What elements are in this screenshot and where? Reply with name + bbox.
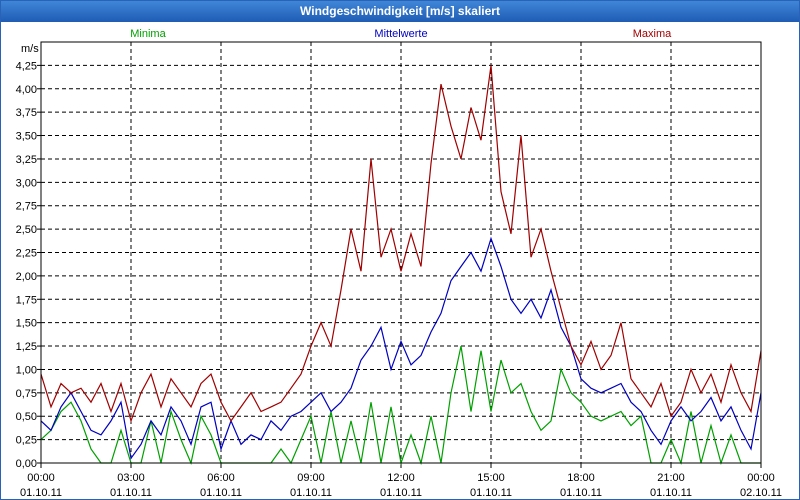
x-tick-date-label: 01.10.11 (110, 487, 152, 499)
y-tick-label: 3,75 (16, 107, 37, 119)
x-tick-time-label: 06:00 (207, 472, 235, 484)
y-tick-label: 2,75 (16, 201, 37, 213)
x-tick-date-label: 01.10.11 (200, 487, 242, 499)
y-tick-label: 2,25 (16, 248, 37, 260)
y-tick-label: 2,50 (16, 224, 37, 236)
x-tick-time-label: 03:00 (117, 472, 145, 484)
y-tick-label: 0,75 (16, 388, 37, 400)
x-tick-date-label: 01.10.11 (290, 487, 332, 499)
y-tick-label: 3,25 (16, 154, 37, 166)
y-tick-label: 0,25 (16, 435, 37, 447)
legend-minima: Minima (130, 28, 166, 40)
x-tick-date-label: 01.10.11 (560, 487, 602, 499)
y-tick-label: 4,25 (16, 60, 37, 72)
x-tick-date-label: 01.10.11 (380, 487, 422, 499)
x-tick-date-label: 01.10.11 (20, 487, 62, 499)
y-tick-label: 1,00 (16, 364, 37, 376)
x-tick-time-label: 15:00 (477, 472, 505, 484)
legend-mittelwerte: Mittelwerte (374, 28, 427, 40)
x-tick-date-label: 01.10.11 (650, 487, 692, 499)
y-tick-label: 1,75 (16, 294, 37, 306)
y-tick-label: 4,00 (16, 84, 37, 96)
x-tick-time-label: 21:00 (657, 472, 685, 484)
x-tick-time-label: 00:00 (747, 472, 775, 484)
y-tick-label: 0,50 (16, 411, 37, 423)
window-title: Windgeschwindigkeit [m/s] skaliert (1, 1, 799, 22)
y-tick-label: 3,50 (16, 131, 37, 143)
y-tick-label: 3,00 (16, 177, 37, 189)
y-tick-label: 0,00 (16, 458, 37, 470)
legend-maxima: Maxima (633, 28, 672, 40)
x-tick-date-label: 02.10.11 (740, 487, 782, 499)
chart-window: Windgeschwindigkeit [m/s] skaliert 0,00 0… (0, 0, 800, 500)
wind-speed-chart: 0,00 0,25 0,50 0,75 1,00 1,25 1,50 1,75 2,00 2,25… (16, 28, 782, 499)
x-tick-time-label: 00:00 (27, 472, 55, 484)
x-tick-time-label: 12:00 (387, 472, 415, 484)
y-tick-label: 1,50 (16, 318, 37, 330)
x-tick-date-label: 01.10.11 (470, 487, 512, 499)
x-tick-time-label: 18:00 (567, 472, 595, 484)
y-tick-label: 1,25 (16, 341, 37, 353)
y-tick-label: 2,00 (16, 271, 37, 283)
y-axis-unit-label: m/s (21, 43, 39, 55)
x-tick-time-label: 09:00 (297, 472, 325, 484)
